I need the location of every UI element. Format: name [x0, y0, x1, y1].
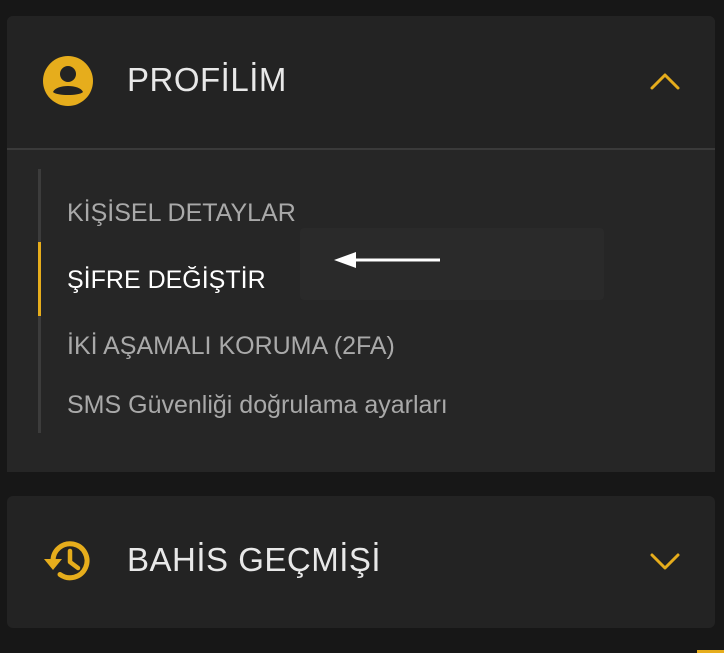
- submenu-item-sms-security[interactable]: SMS Güvenliği doğrulama ayarları: [67, 390, 448, 420]
- profile-title: PROFİLİM: [127, 61, 287, 98]
- bet-history-header[interactable]: BAHİS GEÇMİŞİ: [7, 496, 715, 628]
- submenu-item-personal-details[interactable]: KİŞİSEL DETAYLAR: [67, 198, 296, 228]
- profile-header[interactable]: PROFİLİM: [7, 16, 715, 148]
- arrow-left-icon: [334, 252, 440, 268]
- history-icon: [44, 541, 90, 581]
- active-item-indicator: [38, 242, 41, 316]
- submenu-item-change-password[interactable]: ŞİFRE DEĞİŞTİR: [67, 265, 266, 295]
- bet-history-title: BAHİS GEÇMİŞİ: [127, 541, 382, 578]
- submenu-item-two-factor[interactable]: İKİ AŞAMALI KORUMA (2FA): [67, 331, 395, 361]
- chevron-up-icon[interactable]: [647, 66, 683, 96]
- chevron-down-icon[interactable]: [647, 546, 683, 576]
- user-circle-icon: [43, 56, 93, 106]
